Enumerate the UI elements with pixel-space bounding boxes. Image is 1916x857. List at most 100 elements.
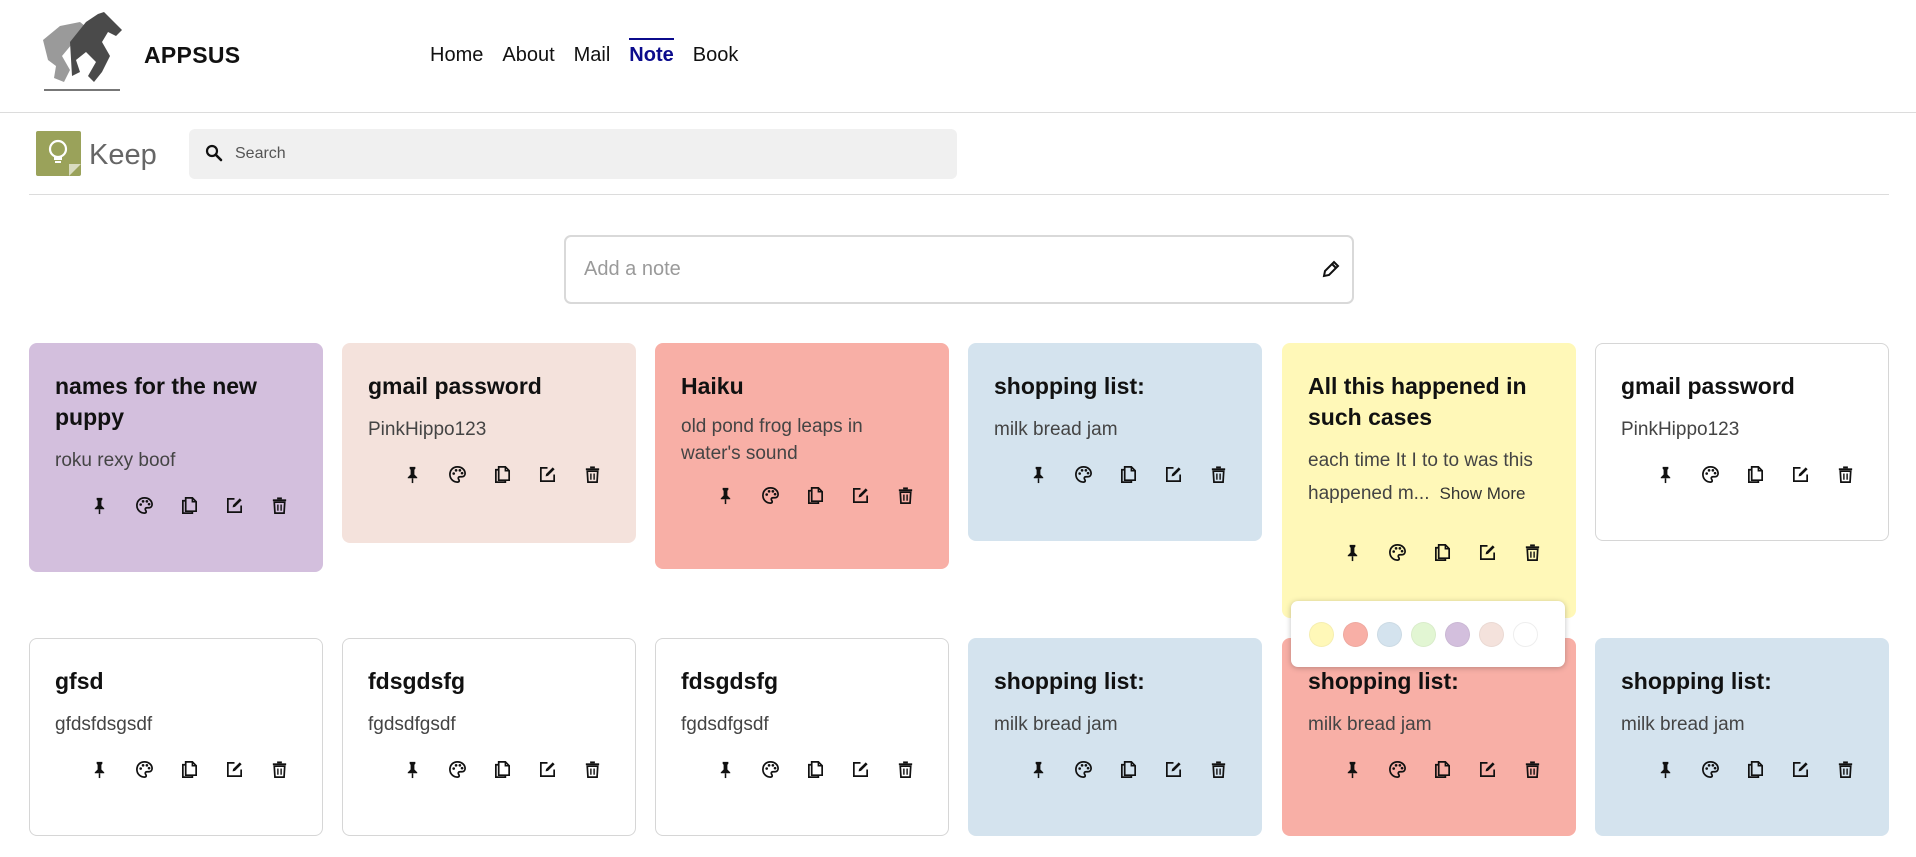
delete-button[interactable] [1833,462,1857,486]
edit-button[interactable] [222,757,246,781]
note-card[interactable]: names for the new puppy roku rexy boof [29,343,323,572]
add-note-box [564,235,1354,304]
note-card[interactable]: fdsgdsfg fgdsdfgsdf [655,638,949,836]
color-swatch[interactable] [1309,621,1334,647]
pin-button[interactable] [400,462,424,486]
pin-button[interactable] [713,483,737,507]
nav-note[interactable]: Note [629,38,675,68]
delete-button[interactable] [267,493,291,517]
pin-icon [1343,760,1362,779]
color-swatch[interactable] [1343,621,1368,647]
note-card[interactable]: shopping list: milk bread jam [1282,638,1576,836]
add-note-input[interactable] [584,237,1284,302]
duplicate-button[interactable] [1430,540,1454,564]
pin-button[interactable] [1653,462,1677,486]
duplicate-button[interactable] [803,483,827,507]
color-button[interactable] [1698,757,1722,781]
duplicate-button[interactable] [177,493,201,517]
color-button[interactable] [445,462,469,486]
delete-button[interactable] [893,483,917,507]
note-card[interactable]: shopping list: milk bread jam [968,343,1262,541]
note-actions [1308,757,1550,781]
duplicate-button[interactable] [490,462,514,486]
duplicate-button[interactable] [177,757,201,781]
delete-button[interactable] [1206,757,1230,781]
pin-button[interactable] [87,493,111,517]
delete-button[interactable] [1833,757,1857,781]
note-card[interactable]: Haiku old pond frog leaps in water's soun… [655,343,949,569]
color-button[interactable] [1385,540,1409,564]
note-card[interactable]: shopping list: milk bread jam [1595,638,1889,836]
edit-button[interactable] [1475,540,1499,564]
duplicate-button[interactable] [1430,757,1454,781]
duplicate-icon [1746,760,1765,779]
horse-logo-icon[interactable] [40,12,130,94]
palette-icon [1074,465,1093,484]
edit-button[interactable] [535,462,559,486]
note-actions [368,757,610,781]
pin-button[interactable] [1026,757,1050,781]
color-swatch[interactable] [1411,621,1436,647]
delete-button[interactable] [580,757,604,781]
note-card[interactable]: shopping list: milk bread jam [968,638,1262,836]
edit-button[interactable] [1475,757,1499,781]
delete-button[interactable] [893,757,917,781]
keep-logo-icon[interactable] [36,131,81,176]
color-button[interactable] [1071,462,1095,486]
pin-button[interactable] [1026,462,1050,486]
duplicate-button[interactable] [1116,757,1140,781]
edit-button[interactable] [1788,757,1812,781]
show-more-link[interactable]: Show More [1439,484,1525,503]
color-button[interactable] [758,757,782,781]
delete-button[interactable] [267,757,291,781]
edit-button[interactable] [848,483,872,507]
nav-home[interactable]: Home [430,42,483,68]
search-input[interactable] [235,129,935,179]
note-card[interactable]: All this happened in such cases each time… [1282,343,1576,618]
pin-button[interactable] [1653,757,1677,781]
edit-button[interactable] [222,493,246,517]
nav-mail[interactable]: Mail [574,42,611,68]
color-button[interactable] [445,757,469,781]
duplicate-button[interactable] [1743,757,1767,781]
color-swatch[interactable] [1445,621,1470,647]
pin-icon [90,496,109,515]
note-card[interactable]: gmail password PinkHippo123 [342,343,636,543]
color-button[interactable] [132,493,156,517]
note-card[interactable]: fdsgdsfg fgdsdfgsdf [342,638,636,836]
delete-icon [896,760,915,779]
color-button[interactable] [1071,757,1095,781]
duplicate-button[interactable] [803,757,827,781]
search-icon[interactable] [205,144,223,162]
color-swatch[interactable] [1513,621,1538,647]
delete-button[interactable] [1520,757,1544,781]
pin-button[interactable] [713,757,737,781]
color-swatch[interactable] [1479,621,1504,647]
nav-book[interactable]: Book [693,42,739,68]
color-swatch[interactable] [1377,621,1402,647]
color-button[interactable] [1385,757,1409,781]
duplicate-button[interactable] [1116,462,1140,486]
edit-button[interactable] [1161,462,1185,486]
delete-button[interactable] [580,462,604,486]
edit-button[interactable] [535,757,559,781]
pin-button[interactable] [1340,757,1364,781]
delete-button[interactable] [1206,462,1230,486]
color-button[interactable] [1698,462,1722,486]
note-card[interactable]: gmail password PinkHippo123 [1595,343,1889,541]
pin-button[interactable] [1340,540,1364,564]
color-button[interactable] [758,483,782,507]
pencil-icon[interactable] [1320,258,1342,280]
pin-button[interactable] [87,757,111,781]
duplicate-button[interactable] [490,757,514,781]
pin-button[interactable] [400,757,424,781]
nav-about[interactable]: About [502,42,554,68]
edit-icon [1791,465,1810,484]
edit-button[interactable] [848,757,872,781]
note-card[interactable]: gfsd gfdsfdsgsdf [29,638,323,836]
edit-button[interactable] [1788,462,1812,486]
color-button[interactable] [132,757,156,781]
duplicate-button[interactable] [1743,462,1767,486]
delete-button[interactable] [1520,540,1544,564]
edit-button[interactable] [1161,757,1185,781]
